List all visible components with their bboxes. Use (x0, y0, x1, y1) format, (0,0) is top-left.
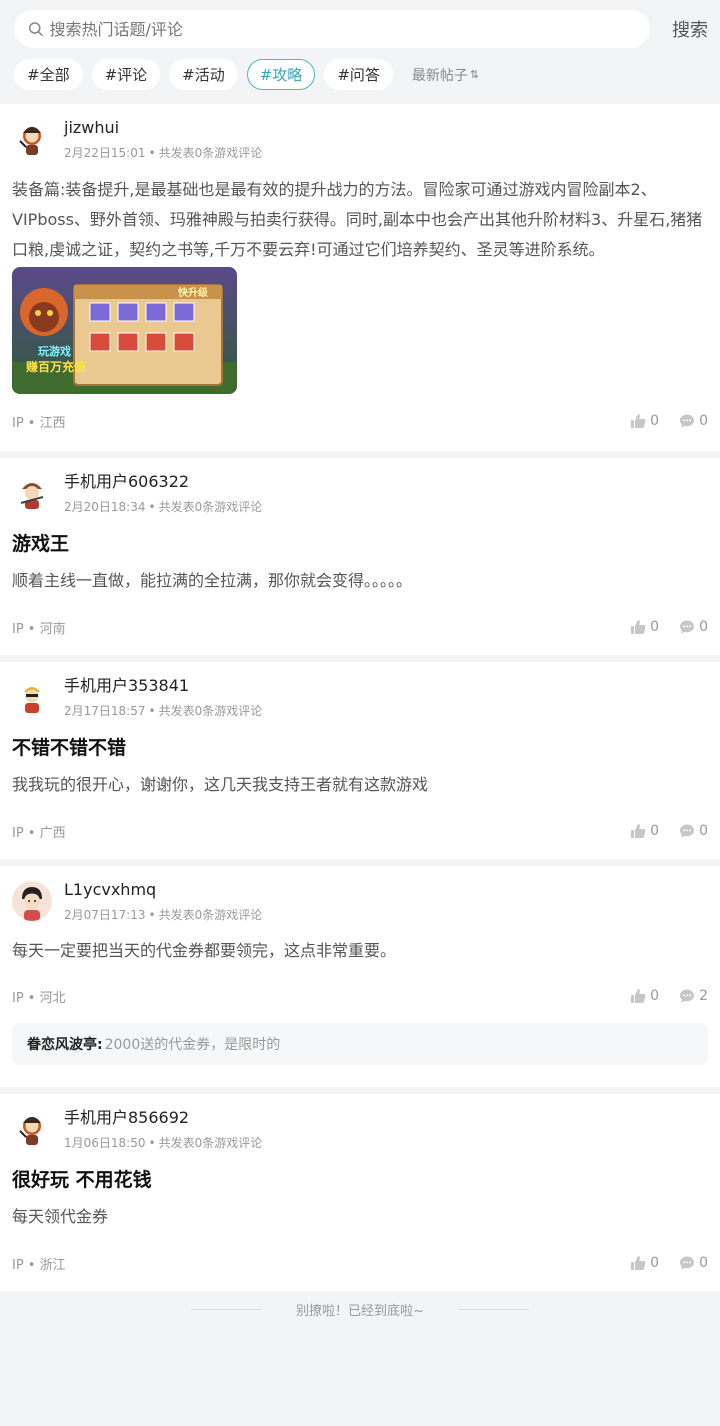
post-footer: IP • 江西 0 0 (12, 410, 708, 432)
ip-location: IP • 河北 (12, 990, 66, 1006)
thumb-up-icon (631, 620, 646, 634)
post-header: 手机用户353841 2月17日18:57 • 共发表0条游戏评论 (12, 662, 708, 718)
search-row: 搜索 (14, 10, 708, 48)
end-text: 别撩啦！已经到底啦~ (296, 1304, 424, 1319)
post-card[interactable]: 手机用户353841 2月17日18:57 • 共发表0条游戏评论 不错不错不错 我… (0, 662, 720, 859)
ip-location: IP • 江西 (12, 415, 66, 431)
post-image[interactable]: 快升级 玩游戏 赚百万充值 (12, 267, 237, 394)
thumb-up-icon (631, 824, 646, 838)
image-caption-1: 快升级 (177, 286, 209, 299)
avatar[interactable] (12, 119, 52, 159)
avatar[interactable] (12, 473, 52, 513)
post-meta: 2月07日17:13 • 共发表0条游戏评论 (64, 908, 263, 922)
comment-button[interactable]: 0 (679, 1255, 708, 1271)
divider (191, 1309, 262, 1310)
post-body[interactable]: 顺着主线一直做，能拉满的全拉满，那你就会变得。。。。。 (12, 566, 708, 596)
comment-bubble-icon (680, 824, 695, 838)
comment-bubble-icon (680, 1256, 695, 1270)
comment-count: 0 (699, 619, 708, 635)
post-card[interactable]: L1ycvxhmq 2月07日17:13 • 共发表0条游戏评论 每天一定要把当天的… (0, 866, 720, 1087)
like-count: 0 (650, 988, 660, 1004)
search-icon (28, 22, 43, 37)
top-bar: 搜索 #全部 #评论 #活动 #攻略 #问答 最新帖子 ⇅ (0, 0, 720, 104)
tab-reviews[interactable]: #评论 (91, 59, 161, 90)
post-body[interactable]: 每天一定要把当天的代金券都要领完，这点非常重要。 (12, 936, 708, 966)
post-meta: 1月06日18:50 • 共发表0条游戏评论 (64, 1136, 263, 1150)
post-header: 手机用户606322 2月20日18:34 • 共发表0条游戏评论 (12, 458, 708, 514)
post-card[interactable]: 手机用户606322 2月20日18:34 • 共发表0条游戏评论 游戏王 顺着主线… (0, 458, 720, 655)
thumb-up-icon (631, 414, 646, 428)
like-button[interactable]: 0 (630, 988, 659, 1004)
post-card[interactable]: 手机用户856692 1月06日18:50 • 共发表0条游戏评论 很好玩 不用花钱… (0, 1094, 720, 1291)
post-body[interactable]: 我我玩的很开心，谢谢你，这几天我支持王者就有这款游戏 (12, 770, 708, 800)
search-box[interactable] (14, 10, 650, 48)
like-count: 0 (650, 413, 660, 429)
reply-preview[interactable]: 眷恋风波亭: 2000送的代金券，是限时的 (12, 1023, 708, 1065)
like-count: 0 (650, 823, 660, 839)
comment-button[interactable]: 2 (679, 988, 708, 1004)
post-header: jizwhui 2月22日15:01 • 共发表0条游戏评论 (12, 104, 708, 160)
image-caption-2: 玩游戏 (38, 344, 71, 358)
divider (458, 1309, 529, 1310)
thumb-up-icon (631, 1256, 646, 1270)
post-footer: IP • 广西 0 0 (12, 820, 708, 842)
username[interactable]: L1ycvxhmq (64, 880, 262, 900)
sort-dropdown[interactable]: 最新帖子 ⇅ (412, 65, 479, 85)
post-footer: IP • 河南 0 0 (12, 616, 708, 638)
comment-button[interactable]: 0 (679, 823, 708, 839)
post-title[interactable]: 很好玩 不用花钱 (12, 1166, 708, 1194)
username[interactable]: 手机用户606322 (64, 472, 262, 492)
avatar[interactable] (12, 1109, 52, 1149)
like-count: 0 (650, 619, 660, 635)
comment-count: 0 (699, 413, 708, 429)
post-body[interactable]: 每天领代金券 (12, 1202, 708, 1232)
post-meta: 2月20日18:34 • 共发表0条游戏评论 (64, 500, 263, 514)
post-meta: 2月22日15:01 • 共发表0条游戏评论 (64, 146, 263, 160)
post-meta: 2月17日18:57 • 共发表0条游戏评论 (64, 704, 263, 718)
search-input[interactable] (49, 19, 650, 39)
comment-button[interactable]: 0 (679, 619, 708, 635)
post-title[interactable]: 游戏王 (12, 530, 708, 558)
username[interactable]: 手机用户856692 (64, 1108, 262, 1128)
like-button[interactable]: 0 (630, 823, 659, 839)
tab-qa[interactable]: #问答 (324, 59, 393, 90)
ip-location: IP • 广西 (12, 825, 66, 841)
post-header: L1ycvxhmq 2月07日17:13 • 共发表0条游戏评论 (12, 866, 708, 922)
like-count: 0 (650, 1255, 660, 1271)
sort-label: 最新帖子 (411, 67, 468, 84)
post-footer: IP • 河北 0 2 (12, 985, 708, 1007)
comment-bubble-icon (680, 620, 695, 634)
end-of-list: 别撩啦！已经到底啦~ (0, 1300, 720, 1319)
comment-button[interactable]: 0 (679, 413, 708, 429)
avatar[interactable] (12, 677, 52, 717)
post-title[interactable]: 不错不错不错 (12, 734, 708, 762)
username[interactable]: 手机用户353841 (64, 676, 262, 696)
username[interactable]: jizwhui (64, 118, 262, 138)
comment-bubble-icon (680, 414, 695, 428)
like-button[interactable]: 0 (630, 619, 659, 635)
filter-tabs: #全部 #评论 #活动 #攻略 #问答 最新帖子 ⇅ (14, 59, 708, 90)
comment-count: 0 (699, 1255, 708, 1271)
tab-events[interactable]: #活动 (169, 59, 238, 90)
sort-arrows-icon: ⇅ (469, 68, 480, 81)
search-button[interactable]: 搜索 (658, 16, 708, 42)
post-footer: IP • 浙江 0 0 (12, 1252, 708, 1274)
reply-author[interactable]: 眷恋风波亭: (27, 1034, 103, 1054)
ip-location: IP • 浙江 (12, 1257, 66, 1273)
avatar[interactable] (12, 881, 52, 921)
comment-count: 2 (699, 988, 708, 1004)
ip-location: IP • 河南 (12, 621, 66, 637)
like-button[interactable]: 0 (630, 1255, 659, 1271)
post-card[interactable]: jizwhui 2月22日15:01 • 共发表0条游戏评论 装备篇:装备提升,是最… (0, 104, 720, 451)
comment-count: 0 (699, 823, 708, 839)
reply-text: 2000送的代金券，是限时的 (104, 1037, 281, 1053)
tab-guides[interactable]: #攻略 (246, 59, 316, 90)
post-header: 手机用户856692 1月06日18:50 • 共发表0条游戏评论 (12, 1094, 708, 1150)
post-body[interactable]: 装备篇:装备提升,是最基础也是最有效的提升战力的方法。冒险家可通过游戏内冒险副本… (12, 175, 708, 265)
image-caption-3: 赚百万充值 (25, 359, 86, 374)
comment-bubble-icon (680, 989, 695, 1003)
tab-all[interactable]: #全部 (14, 59, 83, 90)
like-button[interactable]: 0 (630, 413, 659, 429)
thumb-up-icon (631, 989, 646, 1003)
